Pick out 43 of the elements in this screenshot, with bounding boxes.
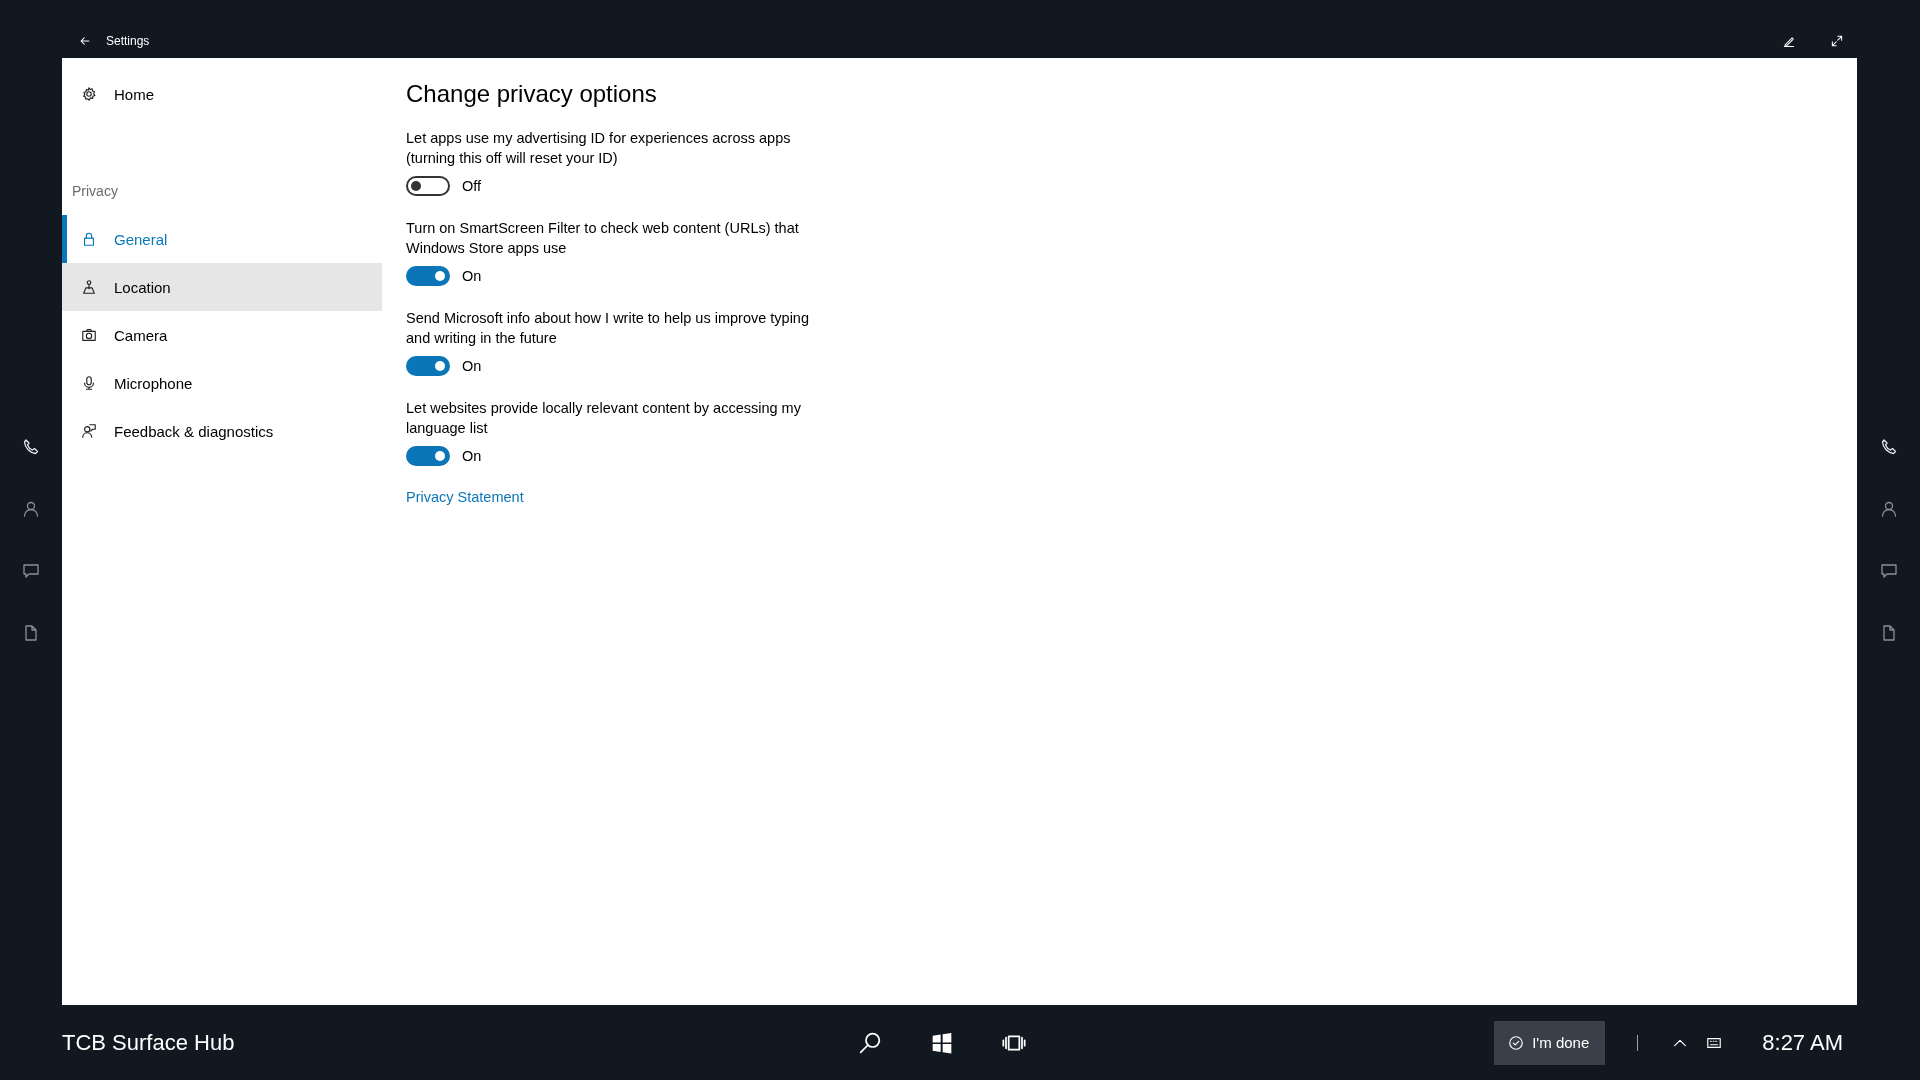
privacy-statement-link[interactable]: Privacy Statement <box>406 489 524 505</box>
setting-description: Send Microsoft info about how I write to help us improve typing and writing in the future <box>406 309 810 348</box>
device-name: TCB Surface Hub <box>62 1029 236 1056</box>
toggle-switch[interactable] <box>406 356 450 376</box>
pen-icon <box>1782 34 1796 48</box>
clock-time: 8:27 AM <box>1762 1029 1843 1056</box>
expand-icon <box>1830 34 1844 48</box>
document-icon[interactable] <box>22 623 40 642</box>
page-heading: Change privacy options <box>406 80 658 108</box>
toggle-switch[interactable] <box>406 176 450 196</box>
person-marker-icon <box>81 279 97 295</box>
setting-description: Let apps use my advertising ID for experiences across apps (turning this off will reset your ID) <box>406 129 792 168</box>
check-circle-icon <box>1508 1034 1525 1051</box>
sidebar-item[interactable]: Camera <box>62 311 382 359</box>
chat-icon[interactable] <box>1879 561 1898 580</box>
toggle-switch[interactable] <box>406 266 450 286</box>
back-arrow-icon <box>78 34 92 48</box>
toggle-state-label: On <box>462 268 482 284</box>
person-icon[interactable] <box>1879 499 1898 518</box>
toggle-state-label: On <box>462 448 482 464</box>
lock-icon <box>81 231 97 247</box>
person-feedback-icon <box>81 423 97 439</box>
section-heading: Privacy <box>71 183 119 199</box>
window-title: Settings <box>106 34 150 48</box>
home-nav-item[interactable]: Home <box>62 80 382 108</box>
sidebar-item[interactable]: Location <box>62 263 382 311</box>
phone-icon[interactable] <box>22 437 40 456</box>
phone-icon[interactable] <box>1879 437 1898 456</box>
toggle-switch[interactable] <box>406 446 450 466</box>
windows-logo-icon[interactable] <box>930 1030 954 1055</box>
sidebar-item[interactable]: Microphone <box>62 359 382 407</box>
setting-description: Let websites provide locally relevant content by accessing my language list <box>406 399 802 438</box>
search-icon[interactable] <box>858 1030 882 1055</box>
toggle-state-label: On <box>462 358 482 374</box>
microphone-icon <box>81 375 97 391</box>
gear-icon <box>81 86 97 102</box>
toggle-state-label: Off <box>462 178 482 194</box>
camera-icon <box>81 327 97 343</box>
person-icon[interactable] <box>22 499 40 518</box>
setting-description: Turn on SmartScreen Filter to check web content (URLs) that Windows Store apps use <box>406 219 800 258</box>
done-button[interactable]: I'm done <box>1494 1020 1606 1065</box>
chat-icon[interactable] <box>22 561 40 580</box>
sidebar-item[interactable]: Feedback & diagnostics <box>62 407 382 455</box>
